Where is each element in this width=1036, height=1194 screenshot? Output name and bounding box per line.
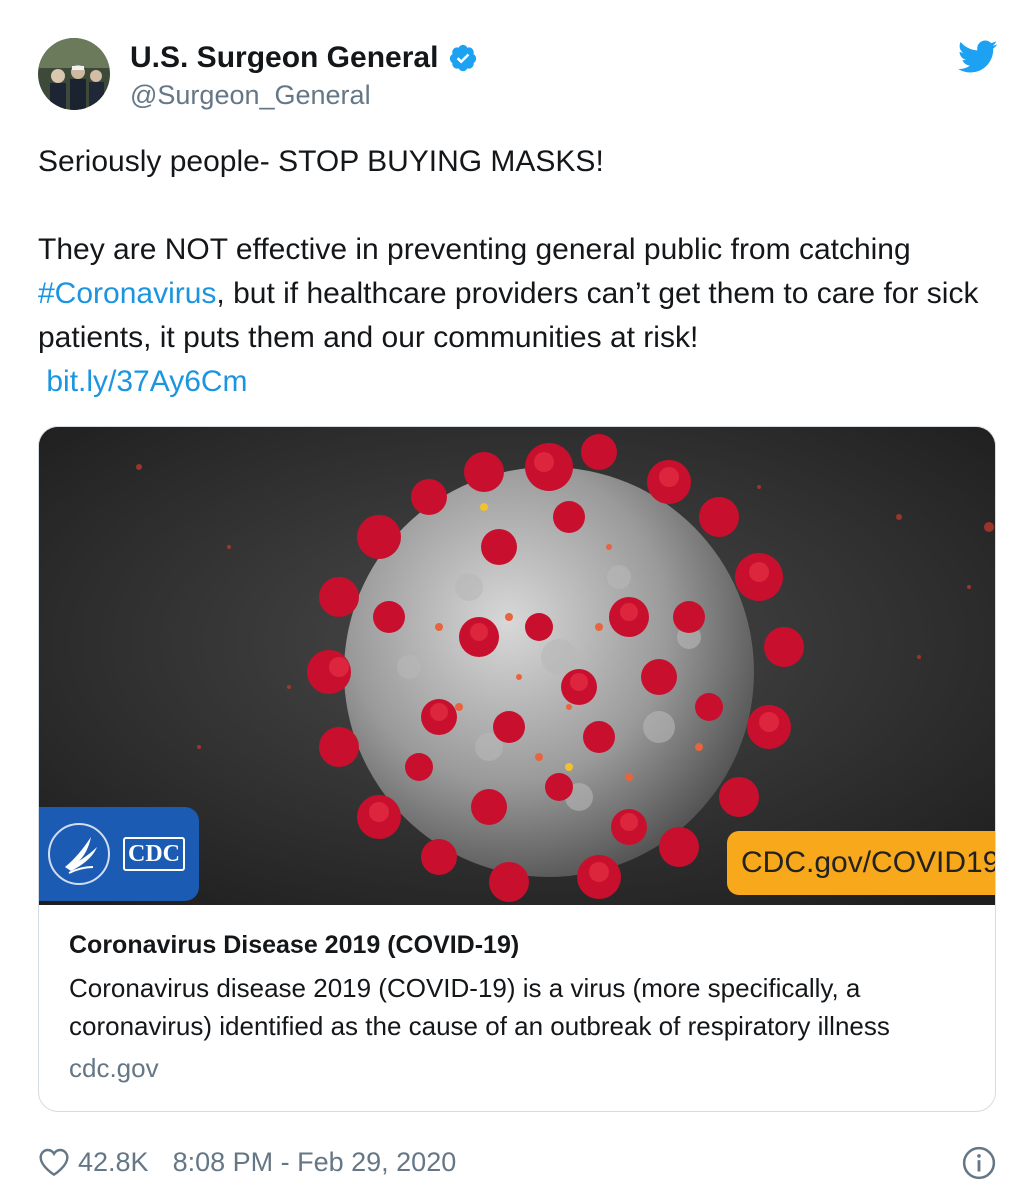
author-name-row[interactable]: U.S. Surgeon General — [130, 38, 478, 78]
card-description: Coronavirus disease 2019 (COVID-19) is a… — [69, 973, 890, 1041]
tweet-line: Seriously people- STOP BUYING MASKS! — [38, 145, 604, 178]
cdc-url-banner: CDC.gov/COVID19 — [727, 831, 995, 895]
short-link[interactable]: bit.ly/37Ay6Cm — [46, 365, 247, 398]
author-display-name[interactable]: U.S. Surgeon General — [130, 41, 438, 75]
like-count[interactable]: 42.8K — [78, 1147, 149, 1178]
twitter-bird-icon[interactable] — [958, 40, 998, 74]
card-body[interactable]: Coronavirus Disease 2019 (COVID-19) Coro… — [69, 927, 969, 1087]
hashtag-link[interactable]: #Coronavirus — [38, 277, 216, 310]
card-domain: cdc.gov — [69, 1053, 159, 1083]
verified-badge-icon — [450, 44, 477, 72]
cdc-logo: CDC — [39, 807, 199, 901]
avatar[interactable] — [38, 38, 110, 110]
hhs-eagle-icon — [48, 823, 110, 885]
card-image[interactable]: CDC CDC.gov/COVID19 — [39, 427, 995, 905]
info-icon[interactable] — [962, 1146, 996, 1180]
tweet-text: Seriously people- STOP BUYING MASKS! The… — [38, 140, 998, 404]
tweet-link-line: bit.ly/37Ay6Cm — [38, 360, 998, 404]
tweet-footer: 42.8K 8:08 PM - Feb 29, 2020 — [38, 1140, 456, 1184]
author-handle[interactable]: @Surgeon_General — [130, 80, 371, 111]
link-card[interactable]: CDC CDC.gov/COVID19 Coronavirus Disease … — [38, 426, 996, 1112]
tweet-paragraph: They are NOT effective in preventing gen… — [38, 228, 998, 360]
tweet-text-segment: They are NOT effective in preventing gen… — [38, 233, 911, 266]
tweet-embed: U.S. Surgeon General @Surgeon_General Se… — [0, 0, 1036, 1194]
tweet-timestamp[interactable]: 8:08 PM - Feb 29, 2020 — [173, 1147, 457, 1178]
cdc-badge: CDC — [123, 837, 185, 871]
heart-icon[interactable] — [38, 1147, 70, 1177]
card-title[interactable]: Coronavirus Disease 2019 (COVID-19) — [69, 927, 969, 963]
avatar-photo-icon — [38, 38, 110, 110]
